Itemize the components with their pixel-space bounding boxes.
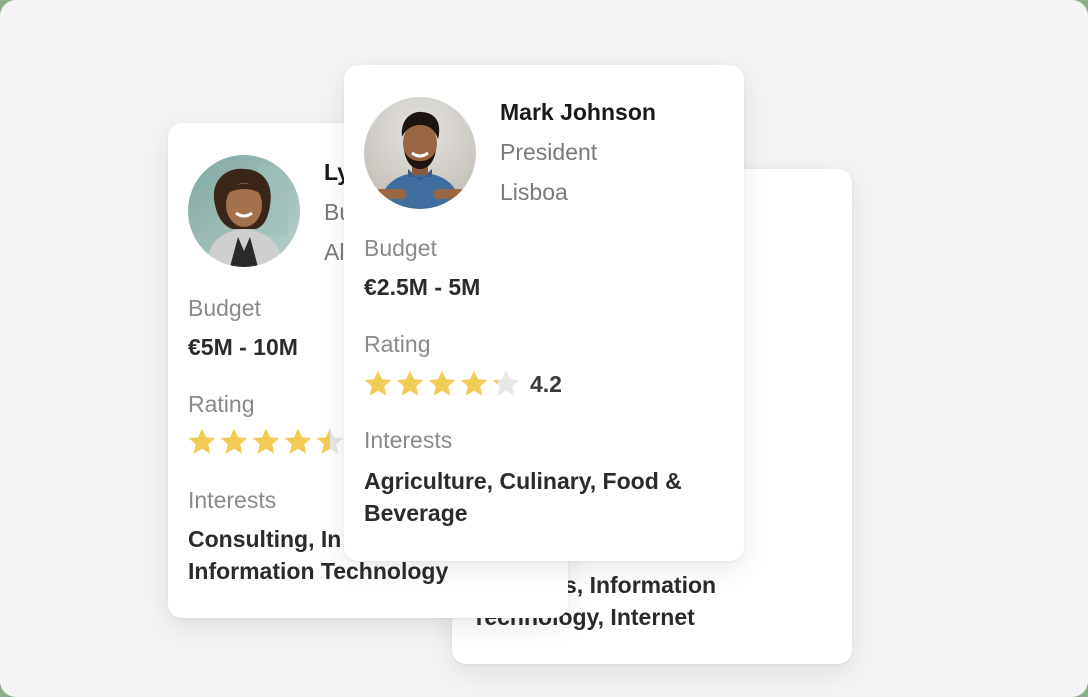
star-icon (188, 428, 216, 454)
person-avatar-man-icon (364, 97, 476, 209)
canvas: tila s, Information Technology, Internet (0, 0, 1088, 697)
star-icon (428, 370, 456, 396)
star-icon (220, 428, 248, 454)
avatar (364, 97, 476, 209)
star-icon (396, 370, 424, 396)
investor-title: President (500, 139, 598, 165)
investor-card-front[interactable]: Mark Johnson President Lisboa Budget €2.… (344, 65, 744, 561)
person-avatar-woman-icon (188, 155, 300, 267)
interests-label: Interests (364, 427, 453, 453)
star-icon (492, 370, 520, 396)
budget-label: Budget (364, 235, 437, 261)
budget-label: Budget (188, 295, 261, 321)
star-icon (252, 428, 280, 454)
investor-location: Al (324, 239, 345, 265)
investor-name: Mark Johnson (500, 99, 656, 125)
budget-value: €5M - 10M (188, 334, 298, 360)
rating-value: 4.2 (530, 371, 562, 397)
avatar (188, 155, 300, 267)
star-rating (186, 425, 346, 459)
star-icon (284, 428, 312, 454)
rating-label: Rating (188, 391, 255, 417)
star-icon (364, 370, 392, 396)
budget-value: €2.5M - 5M (364, 274, 481, 300)
rating-label: Rating (364, 331, 431, 357)
investor-location: Lisboa (500, 179, 568, 205)
star-icon (316, 428, 344, 454)
interests-value: Agriculture, Culinary, Food & Beverage (364, 468, 682, 526)
star-icon (460, 370, 488, 396)
interests-label: Interests (188, 487, 277, 513)
star-rating (362, 367, 522, 401)
